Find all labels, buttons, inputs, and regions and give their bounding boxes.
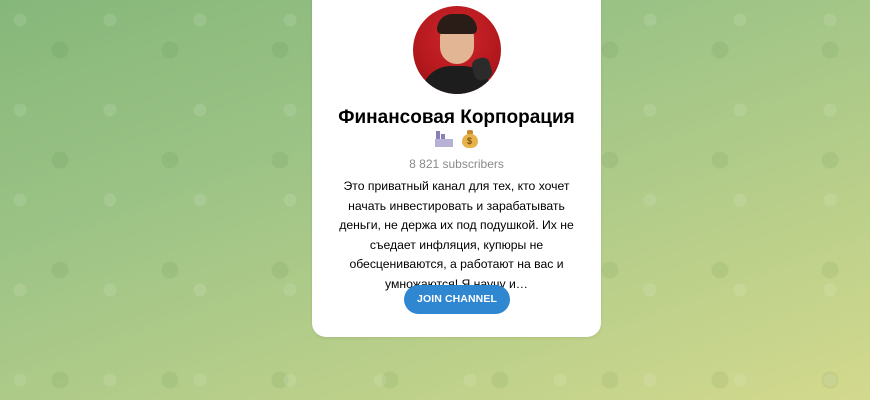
channel-emoji-row: $ [312,129,601,151]
subscriber-count: 8 821 subscribers [409,157,504,171]
channel-preview-card: Финансовая Корпорация $ 8 821 subscriber… [312,0,601,337]
join-channel-button[interactable]: JOIN CHANNEL [404,285,510,314]
channel-title: Финансовая Корпорация [338,107,575,128]
channel-avatar [413,6,501,94]
factory-icon [434,129,453,147]
channel-description: Это приватный канал для тех, кто хочет н… [339,179,574,291]
moneybag-icon: $ [461,129,479,148]
